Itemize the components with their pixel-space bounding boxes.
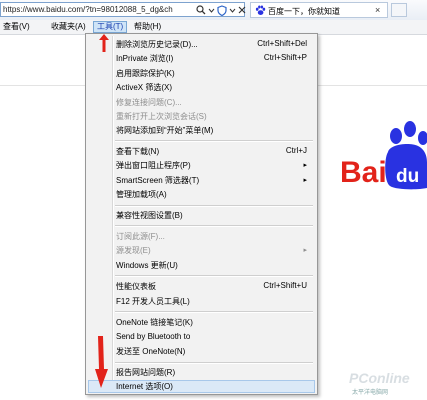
menu-item-smartscreen[interactable]: SmartScreen 筛选器(T) ▸ — [88, 174, 315, 187]
menu-item-reopen-session: 重新打开上次浏览会话(S) — [88, 110, 315, 123]
menu-item-label: 弹出窗口阻止程序(P) — [116, 161, 191, 170]
menu-item-shortcut: Ctrl+Shift+P — [263, 53, 307, 62]
menu-view[interactable]: 查看(V) — [0, 21, 33, 33]
menubar-empty-area — [305, 20, 427, 34]
menu-item-label: 报告网站问题(R) — [116, 368, 176, 377]
menu-item-label: ActiveX 筛选(X) — [116, 83, 173, 92]
chevron-down-icon[interactable] — [208, 5, 215, 15]
watermark-subtext: 太平洋电脑网 — [352, 390, 389, 396]
menu-item-manage-addons[interactable]: 管理加载项(A) — [88, 188, 315, 201]
menu-help-label: 帮助(H) — [134, 22, 162, 31]
menu-item-label: Send by Bluetooth to — [116, 332, 191, 341]
search-icon[interactable] — [196, 5, 206, 15]
menu-item-label: F12 开发人员工具(L) — [116, 297, 190, 306]
menu-item-windows-update[interactable]: Windows 更新(U) — [88, 259, 315, 272]
menu-item-view-downloads[interactable]: 查看下载(N) Ctrl+J — [88, 145, 315, 158]
chevron-down-icon[interactable] — [229, 5, 236, 15]
shield-icon[interactable] — [217, 4, 227, 16]
menu-item-label: InPrivate 浏览(I) — [116, 54, 174, 63]
menu-item-compat-view[interactable]: 兼容性视图设置(B) — [88, 209, 315, 222]
menu-item-add-to-start[interactable]: 将网站添加到“开始”菜单(M) — [88, 124, 315, 137]
menu-item-label: OneNote 链接笔记(K) — [116, 318, 193, 327]
menu-item-shortcut: Ctrl+Shift+U — [263, 281, 307, 290]
watermark-text: PConline — [349, 370, 410, 386]
menu-separator — [115, 311, 313, 313]
menu-item-popup-blocker[interactable]: 弹出窗口阻止程序(P) ▸ — [88, 159, 315, 172]
menu-item-subscribe-feed: 订阅此源(F)... — [88, 230, 315, 243]
tab-close-button[interactable]: × — [375, 5, 380, 15]
menu-tools-label: 工具(T) — [97, 22, 124, 31]
baidu-paw-icon — [255, 5, 266, 18]
menu-item-label: 订阅此源(F)... — [116, 232, 165, 241]
menu-item-label: 管理加载项(A) — [116, 190, 167, 199]
menu-item-feed-discovery: 源发现(E) ▸ — [88, 244, 315, 257]
menu-item-label: 将网站添加到“开始”菜单(M) — [116, 126, 214, 135]
url-text[interactable]: https://www.baidu.com/?tn=98012088_5_dg&… — [3, 5, 173, 14]
menu-help[interactable]: 帮助(H) — [131, 21, 164, 33]
menu-item-send-to-onenote[interactable]: 发送至 OneNote(N) — [88, 345, 315, 358]
address-bar-row: https://www.baidu.com/?tn=98012088_5_dg&… — [0, 0, 427, 21]
menu-item-onenote-linked-notes[interactable]: OneNote 链接笔记(K) — [88, 316, 315, 329]
menu-item-internet-options[interactable]: Internet 选项(O) — [88, 380, 315, 393]
menu-item-delete-history[interactable]: 删除浏览历史记录(D)... Ctrl+Shift+Del — [88, 38, 315, 51]
menu-item-tracking-protection[interactable]: 启用跟踪保护(K) — [88, 67, 315, 80]
menu-view-label: 查看(V) — [3, 22, 30, 31]
menu-item-label: Internet 选项(O) — [116, 382, 173, 391]
menu-item-label: Windows 更新(U) — [116, 261, 178, 270]
browser-tab[interactable]: 百度一下，你就知道 × — [250, 2, 388, 18]
menu-item-inprivate[interactable]: InPrivate 浏览(I) Ctrl+Shift+P — [88, 52, 315, 65]
menu-item-label: 删除浏览历史记录(D)... — [116, 40, 198, 49]
menu-item-label: SmartScreen 筛选器(T) — [116, 176, 200, 185]
submenu-arrow-icon: ▸ — [303, 247, 307, 254]
menu-favorites[interactable]: 收藏夹(A) — [48, 21, 89, 33]
menu-separator — [115, 362, 313, 364]
menu-item-label: 源发现(E) — [116, 246, 151, 255]
submenu-arrow-icon: ▸ — [303, 177, 307, 184]
tools-dropdown-menu: 删除浏览历史记录(D)... Ctrl+Shift+Del InPrivate … — [85, 33, 318, 395]
logo-text-bai: Bai — [340, 156, 387, 189]
menu-item-label: 发送至 OneNote(N) — [116, 347, 186, 356]
menu-item-f12-devtools[interactable]: F12 开发人员工具(L) — [88, 295, 315, 308]
menu-item-label: 兼容性视图设置(B) — [116, 211, 183, 220]
tab-title: 百度一下，你就知道 — [268, 7, 340, 16]
menu-separator — [115, 140, 313, 142]
menu-item-shortcut: Ctrl+J — [285, 146, 307, 155]
menu-item-shortcut: Ctrl+Shift+Del — [257, 39, 307, 48]
menu-item-activex-filter[interactable]: ActiveX 筛选(X) — [88, 81, 315, 94]
close-icon[interactable] — [238, 6, 246, 14]
menu-item-label: 启用跟踪保护(K) — [116, 69, 175, 78]
submenu-arrow-icon: ▸ — [303, 162, 307, 169]
red-arrow-up-icon — [99, 34, 109, 52]
baidu-logo[interactable]: Bai du — [338, 118, 427, 208]
red-arrow-down-icon — [95, 336, 108, 388]
menu-tools[interactable]: 工具(T) — [93, 21, 128, 33]
menu-item-label: 重新打开上次浏览会话(S) — [116, 112, 207, 121]
menu-item-label: 性能仪表板 — [116, 282, 156, 291]
menu-item-report-site-problem[interactable]: 报告网站问题(R) — [88, 366, 315, 379]
new-tab-button[interactable] — [391, 3, 407, 17]
menu-item-fix-connection: 修复连接问题(C)... — [88, 96, 315, 109]
url-field[interactable]: https://www.baidu.com/?tn=98012088_5_dg&… — [0, 2, 246, 17]
menu-separator — [115, 275, 313, 277]
menu-item-label: 查看下载(N) — [116, 147, 160, 156]
menu-item-send-bluetooth[interactable]: Send by Bluetooth to — [88, 331, 315, 344]
menu-item-label: 修复连接问题(C)... — [116, 98, 182, 107]
logo-text-du: du — [396, 166, 419, 187]
menu-separator — [115, 225, 313, 227]
menu-item-performance-dashboard[interactable]: 性能仪表板 Ctrl+Shift+U — [88, 280, 315, 293]
menu-separator — [115, 205, 313, 207]
menu-favorites-label: 收藏夹(A) — [51, 22, 86, 31]
